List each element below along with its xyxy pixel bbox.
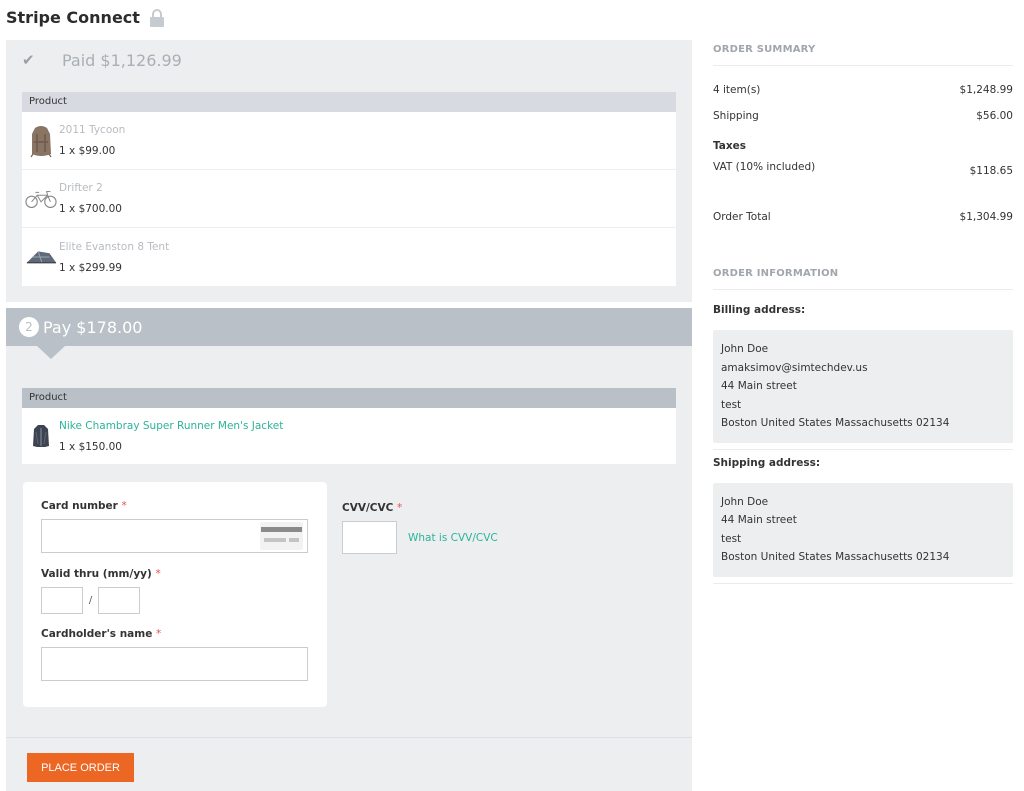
shipping-row: Shipping $56.00: [713, 110, 1013, 122]
card-number-label: Card number *: [41, 500, 127, 512]
order-summary-title: ORDER SUMMARY: [713, 38, 1013, 66]
items-label: 4 item(s): [713, 84, 761, 96]
product-row: Drifter 2 1 x $700.00: [22, 170, 676, 228]
product-name-link[interactable]: Nike Chambray Super Runner Men's Jacket: [59, 420, 283, 432]
product-name: Drifter 2: [59, 182, 103, 194]
order-total-label: Order Total: [713, 211, 771, 223]
shipping-address-title: Shipping address:: [713, 456, 821, 469]
card-number-input[interactable]: [41, 519, 308, 553]
shipping-value: $56.00: [976, 110, 1013, 122]
product-row: Nike Chambray Super Runner Men's Jacket …: [22, 408, 676, 464]
paid-header: ✔ Paid $1,126.99: [22, 40, 676, 80]
card-details-form: Card number * Valid thru (mm/yy) * / Car…: [23, 482, 327, 707]
expiry-month-input[interactable]: [41, 587, 83, 614]
order-total-value: $1,304.99: [959, 211, 1013, 223]
product-row: 2011 Tycoon 1 x $99.00: [22, 112, 676, 170]
cvv-input[interactable]: [342, 521, 397, 554]
billing-email: amaksimov@simtechdev.us: [721, 361, 868, 374]
tent-thumbnail: [25, 237, 57, 277]
backpack-thumbnail: [25, 121, 57, 161]
billing-line-4: test: [721, 398, 742, 411]
product-name: 2011 Tycoon: [59, 124, 126, 136]
place-order-button[interactable]: PLACE ORDER: [27, 753, 134, 782]
pay-title: Pay $178.00: [43, 317, 143, 337]
credit-card-icon: [260, 522, 303, 550]
vat-value: $118.65: [969, 165, 1013, 177]
cardholder-name-label: Cardholder's name *: [41, 628, 162, 640]
product-column-header: Product: [22, 388, 676, 408]
billing-name: John Doe: [721, 343, 769, 355]
billing-address-title: Billing address:: [713, 304, 806, 316]
shipping-name: John Doe: [721, 495, 769, 508]
expiry-year-input[interactable]: [98, 587, 140, 614]
shipping-street: 44 Main street: [721, 514, 797, 526]
product-qty-price: 1 x $700.00: [59, 203, 122, 215]
sidebar: ORDER SUMMARY 4 item(s) $1,248.99 Shippi…: [713, 38, 1013, 584]
shipping-line-3: test: [721, 532, 742, 545]
order-total-row: Order Total $1,304.99: [713, 211, 1013, 223]
pay-products-table: Product Nike Chambray Super Runner Men's…: [22, 388, 676, 464]
paid-products-table: Product 2011 Tycoon 1 x $99.00 Drifter 2…: [22, 92, 676, 286]
paid-section: ✔ Paid $1,126.99 Product 2011 Tycoon 1 x…: [6, 40, 692, 302]
taxes-heading: Taxes: [713, 140, 747, 152]
items-value: $1,248.99: [959, 84, 1013, 96]
jacket-thumbnail: [25, 416, 57, 456]
pay-section: 2 Pay $178.00 Product Nike Chambray Supe…: [6, 308, 692, 791]
check-icon: ✔: [22, 51, 35, 69]
page-title: Stripe Connect: [6, 8, 164, 27]
product-qty-price: 1 x $99.00: [59, 145, 116, 157]
page-title-text: Stripe Connect: [6, 8, 140, 27]
step-number-badge: 2: [19, 317, 39, 337]
bicycle-thumbnail: [25, 179, 57, 219]
cvv-label: CVV/CVC *: [342, 502, 403, 514]
valid-thru-label: Valid thru (mm/yy) *: [41, 568, 161, 580]
items-row: 4 item(s) $1,248.99: [713, 84, 1013, 96]
vat-label: VAT (10% included): [713, 161, 816, 173]
order-information-title: ORDER INFORMATION: [713, 268, 1013, 290]
vat-row: VAT (10% included) $118.65: [713, 161, 1013, 177]
shipping-address-box: John Doe 44 Main street test Boston Unit…: [713, 482, 1013, 577]
product-qty-price: 1 x $299.99: [59, 261, 122, 274]
paid-title: Paid $1,126.99: [62, 50, 182, 70]
pay-header: 2 Pay $178.00: [6, 308, 692, 359]
cardholder-name-input[interactable]: [41, 647, 308, 681]
checkout-column: ✔ Paid $1,126.99 Product 2011 Tycoon 1 x…: [6, 40, 692, 791]
valid-thru-fields: /: [41, 587, 309, 614]
billing-street: 44 Main street: [721, 380, 797, 392]
product-column-header: Product: [22, 92, 676, 112]
product-row: Elite Evanston 8 Tent 1 x $299.99: [22, 228, 676, 286]
expiry-separator: /: [88, 595, 93, 606]
billing-address-box: John Doe amaksimov@simtechdev.us 44 Main…: [713, 330, 1013, 443]
lock-icon: [149, 8, 164, 27]
product-name: Elite Evanston 8 Tent: [59, 240, 170, 253]
product-qty-price: 1 x $150.00: [59, 440, 122, 453]
billing-city-country: Boston United States Massachusetts 02134: [721, 417, 950, 429]
shipping-label: Shipping: [713, 110, 759, 122]
shipping-city-country: Boston United States Massachusetts 02134: [721, 551, 950, 563]
what-is-cvv-link[interactable]: What is CVV/CVC: [408, 532, 498, 544]
pay-header-arrow: [37, 346, 65, 359]
